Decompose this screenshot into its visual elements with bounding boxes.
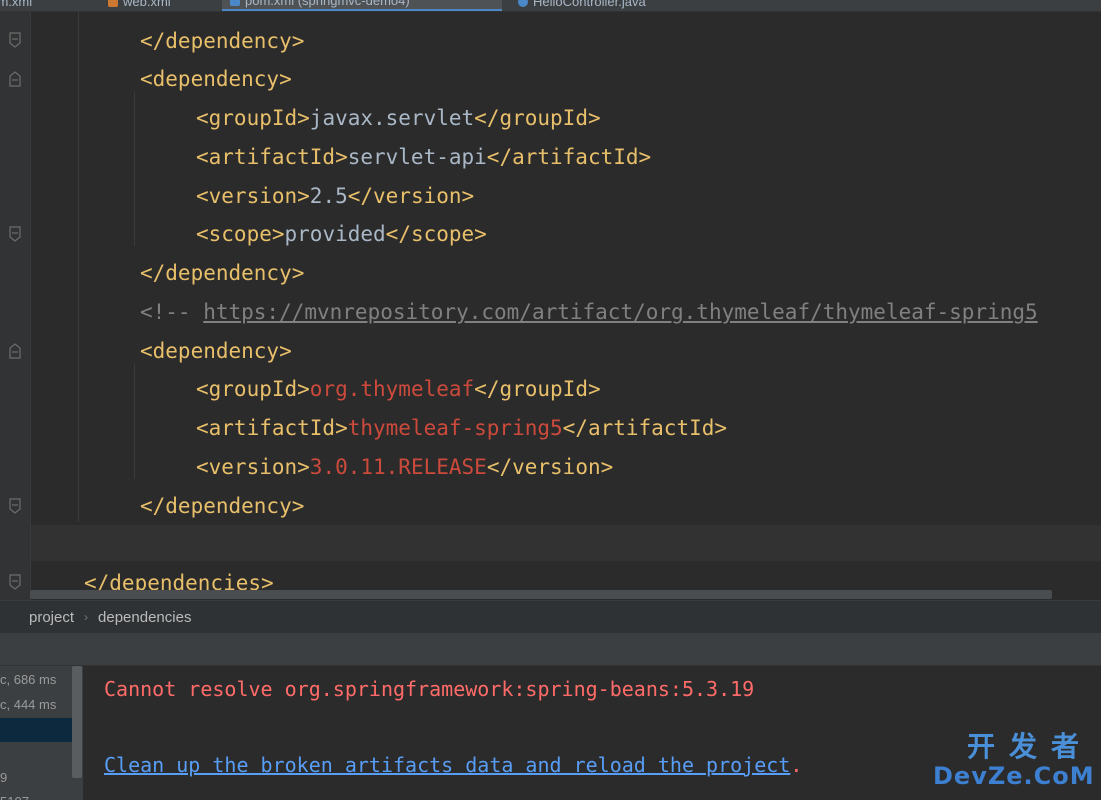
xml-file-icon [108,0,118,7]
xml-tag: <version> [196,455,310,479]
xml-value: 2.5 [309,184,348,208]
unresolved-value: 3.0.11.RELEASE [309,455,487,479]
tab-label: pom.xml [0,0,33,9]
tab-hello-controller[interactable]: HelloController.java [510,0,654,11]
xml-tag: </dependency> [140,29,305,53]
indent-guide [134,364,135,479]
code-line-4: <artifactId>servlet-api</artifactId> [196,142,651,172]
build-tree-item[interactable]: 5107 [0,790,72,800]
chevron-right-icon: › [84,610,89,624]
fold-open-icon[interactable] [8,71,22,87]
unresolved-value: org.thymeleaf [309,377,475,401]
code-line-12: <version>3.0.11.RELEASE</version> [196,452,613,482]
tab-label: pom.xml (springmvc-demo4) [245,0,410,8]
xml-value: provided [284,222,386,246]
breadcrumb: project › dependencies [0,600,1101,633]
xml-tag: <groupId> [196,106,310,130]
unresolved-value: thymeleaf-spring5 [347,416,563,440]
tab-pom-xml[interactable]: pom.xml [0,0,40,11]
xml-tag: <dependency> [140,339,292,363]
fold-close-icon[interactable] [8,574,22,590]
breadcrumb-item-project[interactable]: project [29,609,74,626]
xml-tag: </groupId> [474,106,601,130]
tab-label: HelloController.java [533,0,646,9]
vertical-scrollbar[interactable] [72,666,82,778]
gutter-separator [30,12,31,600]
watermark-logo: 开发者 DevZe.CoM [933,730,1095,794]
code-editor[interactable]: </dependency> <dependency> <groupId>java… [0,12,1101,600]
code-line-11: <artifactId>thymeleaf-spring5</artifactI… [196,413,727,443]
xml-tag: <artifactId> [196,145,348,169]
xml-value: servlet-api [347,145,487,169]
xml-tag: <artifactId> [196,416,348,440]
editor-tab-bar: pom.xml web.xml pom.xml (springmvc-demo4… [0,0,1101,12]
tab-label: web.xml [123,0,171,9]
indent-guide [134,92,135,246]
watermark-bottom-text: DevZe.CoM [933,762,1095,790]
xml-tag: <groupId> [196,377,310,401]
code-line-8: <!-- https://mvnrepository.com/artifact/… [140,297,1038,327]
indent-guide [78,12,79,522]
watermark-top-text: 开发者 [966,730,1093,763]
xml-tag: </version> [486,455,614,479]
xml-tag: </scope> [385,222,487,246]
code-line-9: <dependency> [140,336,292,366]
code-line-6: <scope>provided</scope> [196,219,487,249]
tab-pom-xml-active[interactable]: pom.xml (springmvc-demo4) [222,0,502,11]
action-line: Clean up the broken artifacts data and r… [104,750,802,780]
build-tree-item-selected[interactable] [0,718,72,742]
fold-close-icon[interactable] [8,226,22,242]
xml-tag: <version> [196,184,310,208]
code-line-2: <dependency> [140,64,292,94]
xml-tag: <dependency> [140,67,292,91]
fold-open-icon[interactable] [8,343,22,359]
fold-close-icon[interactable] [8,32,22,48]
code-line-7: </dependency> [140,258,304,288]
xml-tag: </dependency> [140,494,305,518]
comment-url-link[interactable]: https://mvnrepository.com/artifact/org.t… [203,300,1037,324]
xml-tag: </version> [347,184,475,208]
build-tree-item[interactable]: 9 [0,766,72,790]
maven-file-icon [230,0,240,6]
code-line-5: <version>2.5</version> [196,181,474,211]
tool-window-header [0,633,1101,666]
period: . [790,753,803,777]
build-tree-item[interactable]: c, 444 ms [0,693,72,717]
code-line-10: <groupId>org.thymeleaf</groupId> [196,374,601,404]
xml-tag: </artifactId> [486,145,652,169]
xml-value: javax.servlet [309,106,475,130]
xml-tag: <scope> [196,222,285,246]
build-tree[interactable]: c, 686 ms c, 444 ms 9 5107 [0,666,84,800]
clean-reload-link[interactable]: Clean up the broken artifacts data and r… [104,753,790,777]
error-message: Cannot resolve org.springframework:sprin… [104,677,755,701]
build-tree-item[interactable]: c, 686 ms [0,668,72,692]
code-line-1: </dependency> [140,26,304,56]
xml-tag: </artifactId> [562,416,728,440]
xml-tag: </groupId> [474,377,601,401]
java-class-icon [518,0,528,7]
fold-close-icon[interactable] [8,498,22,514]
code-line-13: </dependency> [140,491,304,521]
horizontal-scrollbar[interactable] [30,590,1052,599]
current-line-highlight [31,525,1101,561]
tab-web-xml[interactable]: web.xml [100,0,179,11]
breadcrumb-item-dependencies[interactable]: dependencies [98,609,191,626]
code-line-3: <groupId>javax.servlet</groupId> [196,103,601,133]
xml-comment: <!-- [140,300,204,324]
xml-tag: </dependency> [140,261,305,285]
